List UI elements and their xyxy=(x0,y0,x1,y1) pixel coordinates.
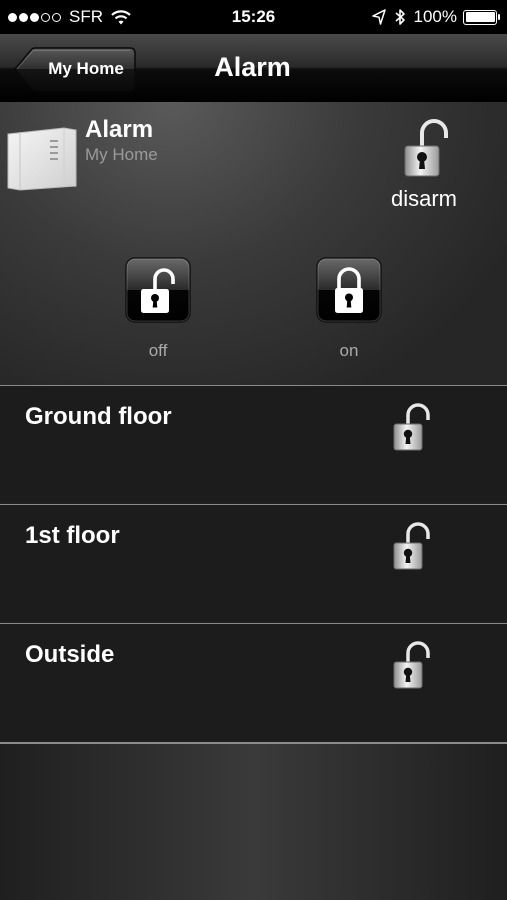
device-name: Alarm xyxy=(85,116,154,143)
alarm-header-panel: Alarm My Home disarm off on xyxy=(0,102,507,385)
battery-percent: 100% xyxy=(413,7,457,26)
alarm-state-label: disarm xyxy=(390,186,457,211)
status-bar: SFR 15:26 100% xyxy=(0,0,507,34)
zone-name: 1st floor xyxy=(25,522,120,549)
bluetooth-icon xyxy=(394,9,405,25)
navigation-bar: Alarm My Home xyxy=(0,34,507,103)
closed-padlock-icon xyxy=(316,257,382,323)
arm-button[interactable] xyxy=(316,257,382,323)
zone-row-ground-floor[interactable]: Ground floor xyxy=(0,385,507,502)
battery-icon xyxy=(463,9,500,25)
zone-name: Ground floor xyxy=(25,403,172,430)
disarm-button[interactable] xyxy=(125,257,191,323)
back-button-label: My Home xyxy=(48,59,124,78)
open-padlock-icon xyxy=(393,403,430,451)
zone-row-outside[interactable]: Outside xyxy=(0,623,507,740)
zone-name: Outside xyxy=(25,641,115,668)
open-padlock-icon xyxy=(125,257,191,323)
back-button[interactable]: My Home xyxy=(14,47,136,91)
open-padlock-icon xyxy=(393,522,430,570)
off-label: off xyxy=(148,341,168,360)
location-arrow-icon xyxy=(371,9,386,25)
device-location: My Home xyxy=(85,145,158,164)
open-padlock-icon xyxy=(393,641,430,689)
empty-background xyxy=(0,744,507,900)
open-padlock-icon xyxy=(404,119,448,177)
on-label: on xyxy=(339,341,359,360)
zone-row-1st-floor[interactable]: 1st floor xyxy=(0,504,507,621)
alarm-device-image xyxy=(7,127,77,191)
